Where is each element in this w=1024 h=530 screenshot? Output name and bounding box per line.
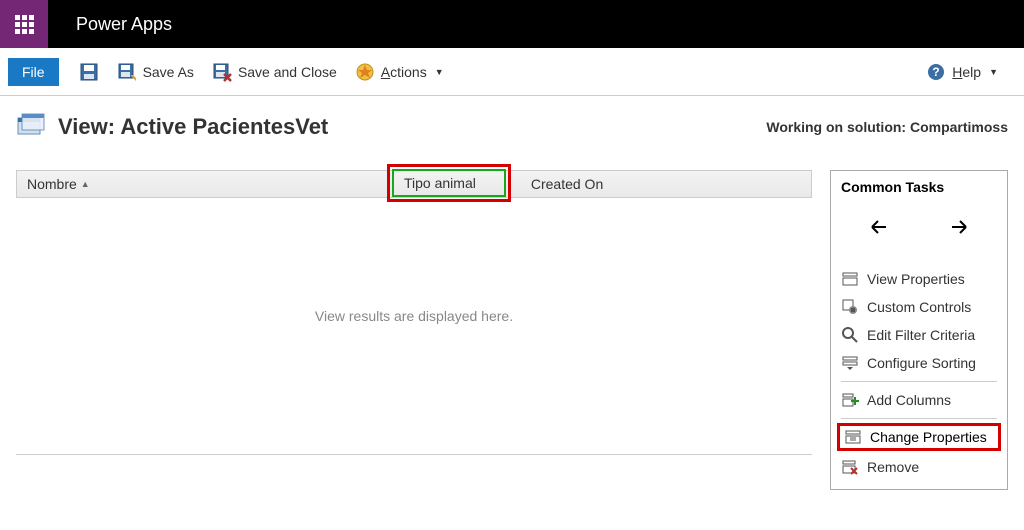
- sort-asc-icon: ▲: [81, 179, 90, 189]
- properties-icon: [841, 270, 859, 288]
- help-menu[interactable]: ? Help ▼: [926, 62, 998, 82]
- view-grid: Nombre ▲ Tipo animal Created On View res…: [16, 170, 812, 490]
- change-properties-icon: [844, 428, 862, 446]
- task-configure-sorting[interactable]: Configure Sorting: [831, 349, 1007, 377]
- actions-underline: A: [381, 64, 390, 80]
- view-divider: [16, 454, 812, 455]
- help-underline: H: [952, 64, 962, 80]
- task-edit-filter[interactable]: Edit Filter Criteria: [831, 321, 1007, 349]
- save-button[interactable]: [79, 62, 99, 82]
- remove-icon: [841, 458, 859, 476]
- save-icon: [79, 62, 99, 82]
- actions-menu[interactable]: Actions ▼: [355, 62, 444, 82]
- save-as-label: Save As: [143, 64, 194, 80]
- solution-label: Working on solution: Compartimoss: [766, 119, 1008, 135]
- save-close-label: Save and Close: [238, 64, 337, 80]
- results-placeholder: View results are displayed here.: [16, 198, 812, 324]
- task-view-properties[interactable]: View Properties: [831, 265, 1007, 293]
- nav-back-button[interactable]: [866, 217, 894, 243]
- chevron-down-icon: ▼: [989, 67, 998, 77]
- save-and-close-button[interactable]: Save and Close: [212, 62, 337, 82]
- task-change-properties[interactable]: Change Properties: [837, 423, 1001, 451]
- save-as-icon: [117, 62, 137, 82]
- nav-forward-button[interactable]: [944, 217, 972, 243]
- app-header: Power Apps: [0, 0, 1024, 48]
- search-icon: [841, 326, 859, 344]
- view-icon: [16, 112, 46, 142]
- arrow-right-icon: [944, 217, 972, 237]
- column-header-tipo-highlight: Tipo animal: [387, 165, 511, 203]
- arrow-left-icon: [866, 217, 894, 237]
- column-header-created[interactable]: Created On: [511, 176, 613, 192]
- columns-header: Nombre ▲ Tipo animal Created On: [16, 170, 812, 198]
- help-icon: ?: [926, 62, 946, 82]
- app-launcher-button[interactable]: [0, 0, 48, 48]
- main-area: View: Active PacientesVet Working on sol…: [0, 96, 1024, 490]
- add-column-icon: [841, 391, 859, 409]
- task-add-columns[interactable]: Add Columns: [831, 386, 1007, 414]
- page-title: View: Active PacientesVet: [58, 114, 328, 140]
- task-custom-controls[interactable]: Custom Controls: [831, 293, 1007, 321]
- save-as-button[interactable]: Save As: [117, 62, 194, 82]
- column-header-nombre[interactable]: Nombre ▲: [17, 176, 387, 192]
- app-title: Power Apps: [76, 14, 172, 35]
- save-close-icon: [212, 62, 232, 82]
- toolbar: File Save As Save and Close Actions ▼ ? …: [0, 48, 1024, 96]
- common-tasks-panel: Common Tasks View Properties Custom Cont…: [830, 170, 1008, 490]
- svg-text:?: ?: [933, 65, 940, 79]
- sort-icon: [841, 354, 859, 372]
- file-tab[interactable]: File: [8, 58, 59, 86]
- task-remove[interactable]: Remove: [831, 453, 1007, 481]
- title-row: View: Active PacientesVet Working on sol…: [16, 112, 1008, 142]
- column-header-tipo[interactable]: Tipo animal: [392, 169, 506, 197]
- actions-icon: [355, 62, 375, 82]
- common-tasks-title: Common Tasks: [831, 179, 1007, 199]
- chevron-down-icon: ▼: [435, 67, 444, 77]
- controls-icon: [841, 298, 859, 316]
- waffle-icon: [15, 15, 34, 34]
